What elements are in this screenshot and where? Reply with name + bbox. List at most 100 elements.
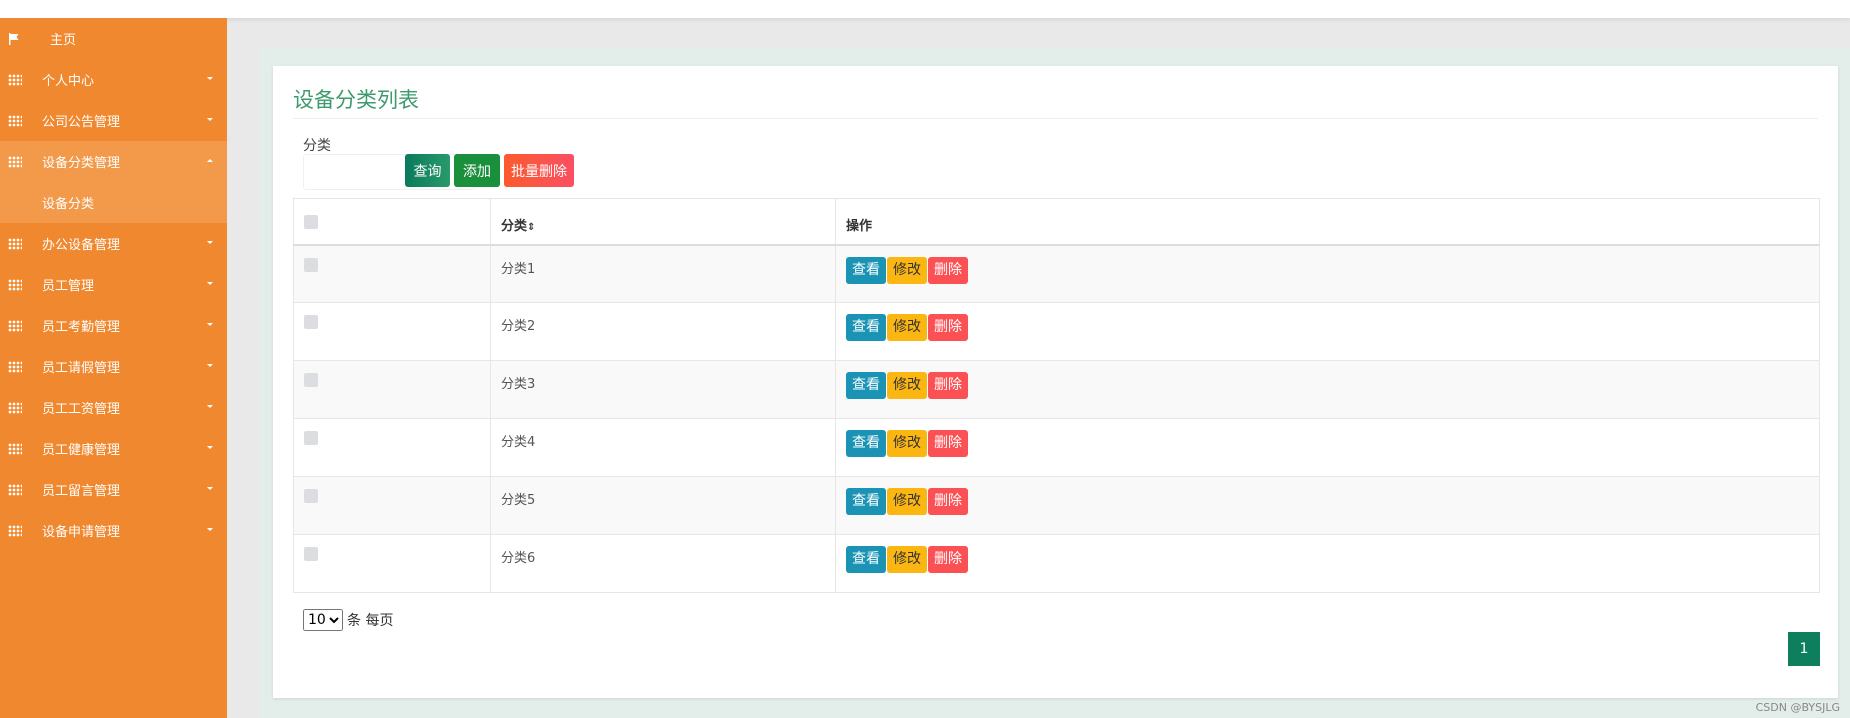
sidebar-item[interactable]: 个人中心 (0, 59, 227, 100)
view-button[interactable]: 查看 (846, 430, 886, 457)
sidebar-item-label: 公司公告管理 (42, 115, 121, 130)
view-button[interactable]: 查看 (846, 488, 886, 515)
top-bar (0, 0, 1850, 18)
edit-button[interactable]: 修改 (887, 430, 927, 457)
page-size-control: 10 条 每页 (303, 609, 393, 631)
sidebar-item[interactable]: 员工工资管理 (0, 387, 227, 428)
edit-button[interactable]: 修改 (887, 372, 927, 399)
sidebar-item-label: 设备分类 (42, 197, 95, 212)
actions-cell: 查看 修改 删除 (835, 244, 1820, 303)
sort-icon[interactable]: ⇕ (527, 222, 535, 233)
category-cell: 分类4 (490, 418, 836, 477)
delete-button[interactable]: 删除 (928, 372, 968, 399)
category-header-label: 分类 (501, 219, 528, 234)
sidebar-item-label: 员工留言管理 (42, 484, 121, 499)
table-row: 分类4 查看 修改 删除 (293, 418, 1820, 477)
edit-button[interactable]: 修改 (887, 256, 927, 284)
select-cell (293, 476, 491, 535)
edit-button[interactable]: 修改 (887, 314, 927, 341)
delete-button[interactable]: 删除 (928, 430, 968, 457)
row-checkbox[interactable] (304, 489, 318, 503)
chevron-down-icon (207, 118, 213, 121)
sidebar-item[interactable]: 设备申请管理 (0, 510, 227, 551)
sidebar-item[interactable]: 员工管理 (0, 264, 227, 305)
sidebar-item[interactable]: 员工留言管理 (0, 469, 227, 510)
sidebar-item-label: 员工请假管理 (42, 361, 121, 376)
sidebar: 主页个人中心公司公告管理 设备分类管理 设备分类办公设备管理 员工管理 员工考勤管理员工… (0, 18, 227, 718)
delete-button[interactable]: 删除 (928, 314, 968, 341)
chevron-down-icon (207, 77, 213, 80)
select-cell (293, 534, 491, 593)
row-checkbox[interactable] (304, 431, 318, 445)
sidebar-item[interactable]: 公司公告管理 (0, 100, 227, 141)
grid-icon (8, 114, 22, 127)
page-title: 设备分类列表 (293, 88, 419, 112)
query-button[interactable]: 查询 (405, 154, 450, 187)
per-page-label: 条 每页 (347, 613, 394, 629)
list-card: 设备分类列表 分类 查询 添加 批量删除 分类⇕ 操作 分类1 查看 修改 删除 分… (273, 66, 1838, 698)
select-cell (293, 418, 491, 477)
table-row: 分类2 查看 修改 删除 (293, 302, 1820, 361)
category-table: 分类⇕ 操作 分类1 查看 修改 删除 分类2 查看 修改 删除 分类3 查看 修改 删除 … (293, 198, 1820, 593)
chevron-down-icon (207, 405, 213, 408)
grid-icon (8, 401, 22, 414)
delete-button[interactable]: 删除 (928, 546, 968, 573)
actions-header: 操作 (835, 198, 1820, 246)
sidebar-item[interactable]: 设备分类管理 (0, 141, 227, 182)
sidebar-item-label: 设备申请管理 (42, 525, 121, 540)
grid-icon (8, 524, 22, 537)
actions-cell: 查看 修改 删除 (835, 534, 1820, 593)
table-row: 分类6 查看 修改 删除 (293, 534, 1820, 593)
delete-button[interactable]: 删除 (928, 256, 968, 284)
grid-icon (8, 319, 22, 332)
view-button[interactable]: 查看 (846, 372, 886, 399)
filter-label: 分类 (303, 138, 331, 154)
select-cell (293, 302, 491, 361)
chevron-down-icon (207, 282, 213, 285)
category-header[interactable]: 分类⇕ (490, 198, 836, 246)
edit-button[interactable]: 修改 (887, 546, 927, 573)
delete-button[interactable]: 删除 (928, 488, 968, 515)
view-button[interactable]: 查看 (846, 314, 886, 341)
select-all-checkbox[interactable] (304, 215, 318, 229)
category-cell: 分类2 (490, 302, 836, 361)
grid-icon (8, 155, 22, 168)
row-checkbox[interactable] (304, 547, 318, 561)
add-button[interactable]: 添加 (454, 154, 500, 187)
sidebar-item[interactable]: 员工考勤管理 (0, 305, 227, 346)
view-button[interactable]: 查看 (846, 256, 886, 284)
sidebar-item[interactable]: 员工请假管理 (0, 346, 227, 387)
category-cell: 分类3 (490, 360, 836, 419)
page-button-1[interactable]: 1 (1788, 632, 1820, 666)
chevron-down-icon (207, 446, 213, 449)
row-checkbox[interactable] (304, 257, 318, 272)
page-size-select[interactable]: 10 (303, 609, 343, 631)
grid-icon (8, 483, 22, 496)
sidebar-item[interactable]: 员工健康管理 (0, 428, 227, 469)
row-checkbox[interactable] (304, 315, 318, 329)
batch-delete-button[interactable]: 批量删除 (504, 154, 574, 187)
sidebar-item-label: 设备分类管理 (42, 156, 121, 171)
sidebar-item-label: 个人中心 (42, 74, 95, 89)
sidebar-item[interactable]: 设备分类 (0, 182, 227, 223)
chevron-up-icon (207, 159, 213, 162)
grid-icon (8, 360, 22, 373)
sidebar-item[interactable]: 主页 (0, 18, 227, 59)
divider (293, 118, 1818, 119)
sidebar-item-label: 员工健康管理 (42, 443, 121, 458)
row-checkbox[interactable] (304, 373, 318, 387)
flag-icon (8, 32, 22, 45)
sidebar-item-label: 主页 (50, 33, 77, 48)
grid-icon (8, 73, 22, 86)
select-all-header (293, 198, 491, 246)
chevron-down-icon (207, 323, 213, 326)
sidebar-item-label: 员工工资管理 (42, 402, 121, 417)
view-button[interactable]: 查看 (846, 546, 886, 573)
grid-icon (8, 278, 22, 291)
sidebar-item[interactable]: 办公设备管理 (0, 223, 227, 264)
watermark: CSDN @BYSJLG (1755, 701, 1840, 714)
grid-icon (8, 442, 22, 455)
edit-button[interactable]: 修改 (887, 488, 927, 515)
category-cell: 分类6 (490, 534, 836, 593)
table-row: 分类1 查看 修改 删除 (293, 244, 1820, 303)
